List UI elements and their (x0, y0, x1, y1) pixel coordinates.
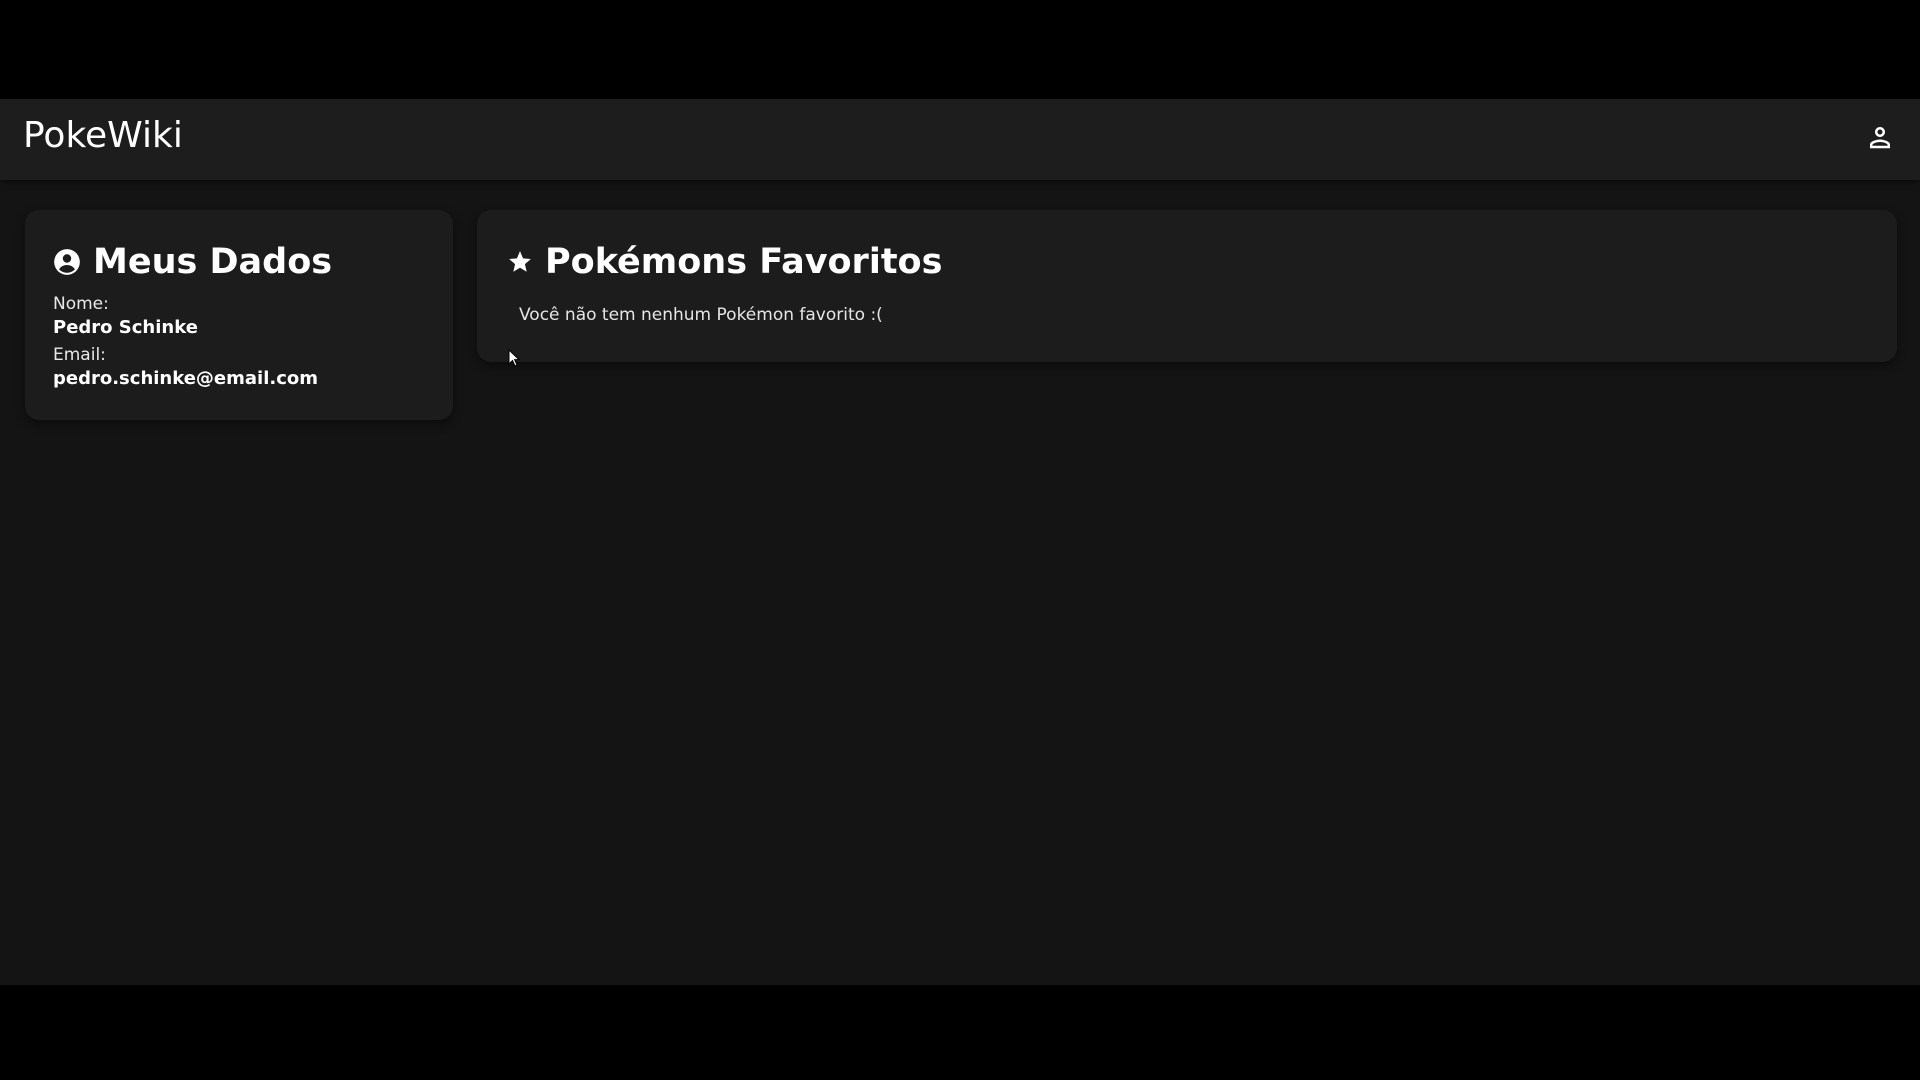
profile-card: Meus Dados Nome: Pedro Schinke Email: pe… (25, 210, 453, 420)
app-window: PokeWiki Meus Dados Nome: Pedro Schinke … (0, 99, 1920, 985)
profile-card-header: Meus Dados (53, 240, 332, 284)
favorites-card-header: Pokémons Favoritos (507, 240, 942, 284)
name-label: Nome: (53, 294, 109, 314)
person-icon (1865, 122, 1895, 152)
name-value: Pedro Schinke (53, 317, 198, 338)
profile-card-title: Meus Dados (93, 242, 333, 282)
account-button[interactable] (1858, 115, 1902, 159)
email-value: pedro.schinke@email.com (53, 368, 319, 389)
favorites-card: Pokémons Favoritos Você não tem nenhum P… (477, 210, 1897, 362)
star-icon (507, 249, 533, 275)
account-circle-icon (53, 248, 81, 276)
favorites-card-title: Pokémons Favoritos (545, 242, 943, 282)
email-label: Email: (53, 345, 106, 365)
favorites-empty-message: Você não tem nenhum Pokémon favorito :( (519, 305, 883, 325)
top-app-bar: PokeWiki (0, 99, 1920, 180)
mouse-cursor-icon (508, 348, 521, 371)
brand-title[interactable]: PokeWiki (23, 114, 183, 158)
screen: PokeWiki Meus Dados Nome: Pedro Schinke … (0, 0, 1920, 1080)
